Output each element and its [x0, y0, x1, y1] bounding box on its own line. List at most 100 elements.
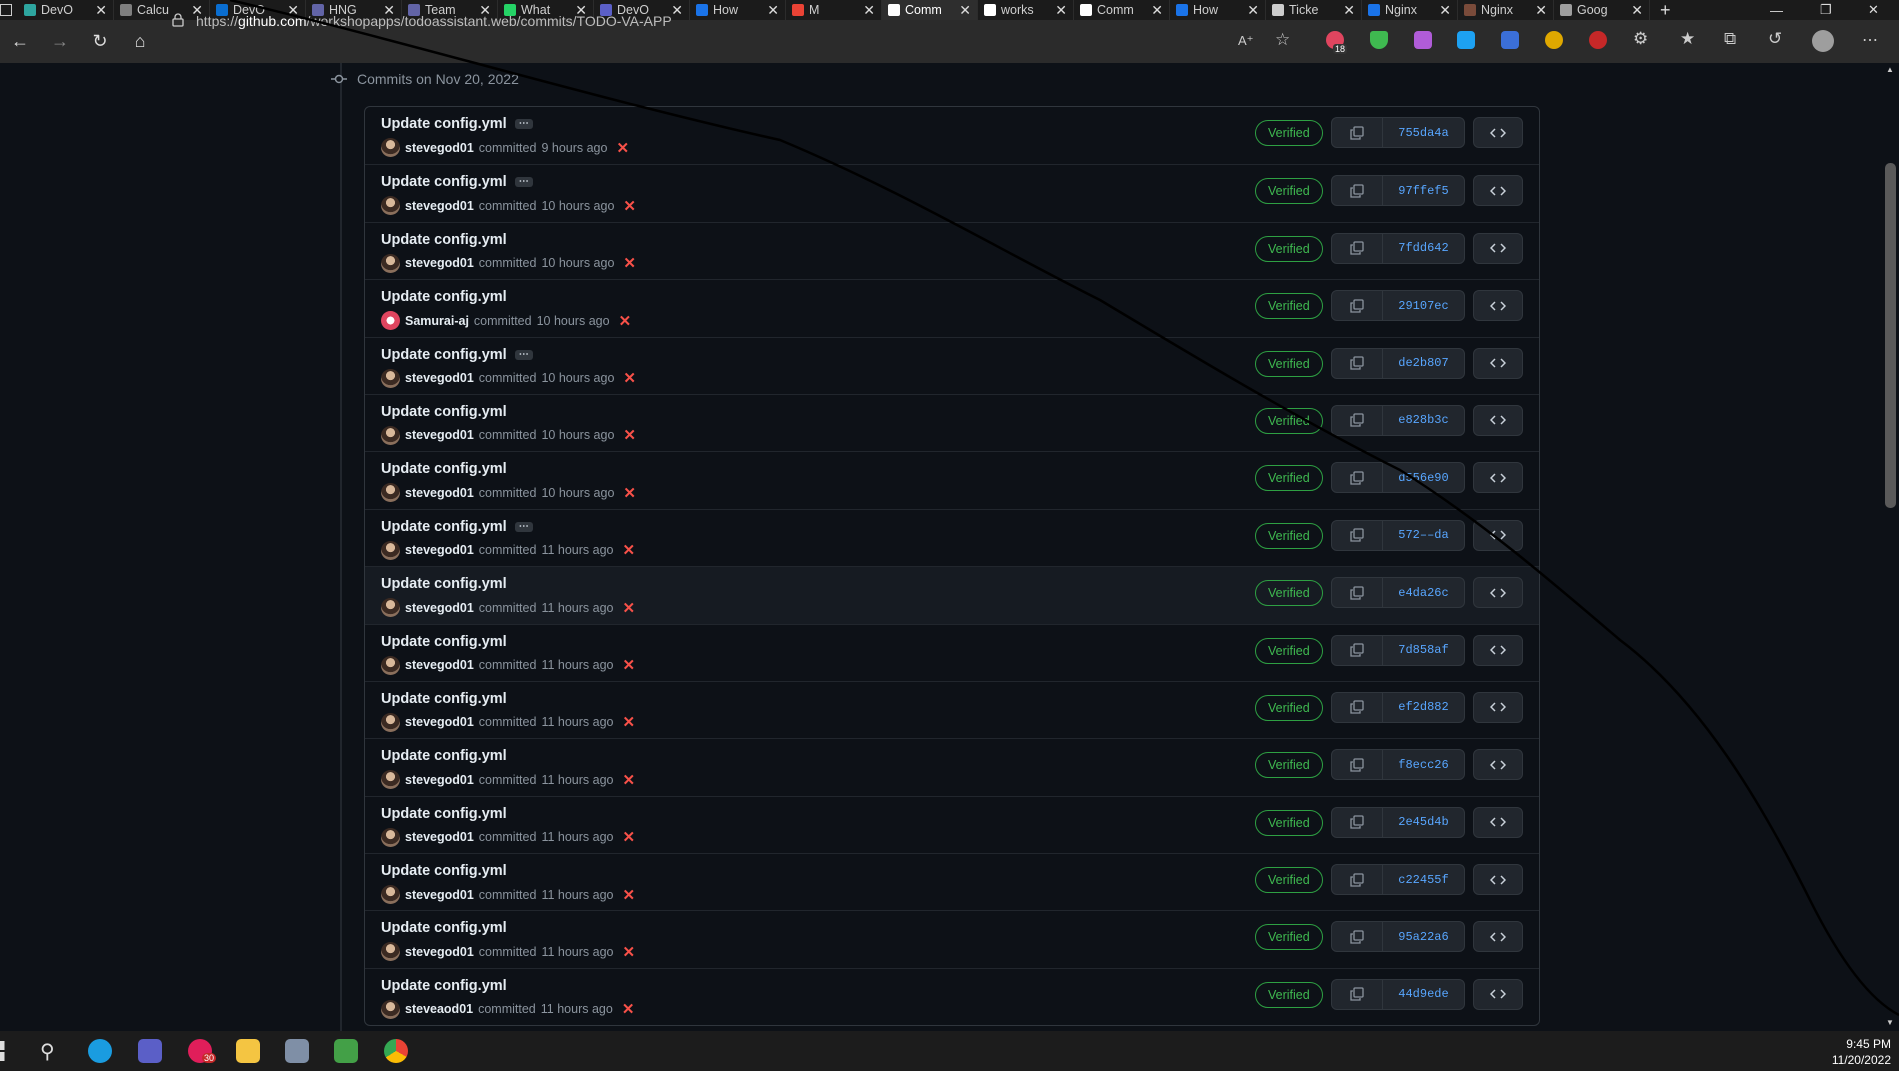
extensions-icon[interactable]: ⚙: [1633, 29, 1648, 49]
commit-sha-link[interactable]: 7d858af: [1383, 636, 1464, 665]
verified-badge[interactable]: Verified: [1255, 752, 1323, 779]
forward-button[interactable]: →: [40, 31, 80, 52]
tab-close-icon[interactable]: ✕: [1535, 2, 1547, 19]
author-avatar[interactable]: [381, 540, 400, 560]
browser-tab[interactable]: DevO ✕: [18, 0, 114, 20]
author-avatar[interactable]: [381, 942, 400, 962]
author-avatar[interactable]: [381, 368, 400, 388]
expand-description-button[interactable]: ⋯: [514, 119, 533, 129]
commit-message-link[interactable]: Update config.yml: [381, 748, 507, 764]
system-clock[interactable]: 9:45 PM 11/20/2022: [1832, 1036, 1891, 1068]
author-link[interactable]: stevegod01: [405, 773, 474, 787]
author-avatar[interactable]: [381, 999, 400, 1019]
notepad-icon[interactable]: [334, 1039, 358, 1063]
commit-message-link[interactable]: Update config.yml: [381, 920, 507, 936]
commit-message-link[interactable]: Update config.yml: [381, 576, 507, 592]
author-link[interactable]: stevegod01: [405, 428, 474, 442]
commit-sha-link[interactable]: 95a22a6: [1383, 922, 1464, 951]
browser-tab[interactable]: Ticke ✕: [1266, 0, 1362, 20]
more-menu-icon[interactable]: ⋯: [1862, 30, 1878, 50]
browse-repo-button[interactable]: [1473, 691, 1523, 723]
browse-repo-button[interactable]: [1473, 921, 1523, 953]
commit-message-link[interactable]: Update config.yml: [381, 404, 507, 420]
copy-sha-button[interactable]: [1332, 750, 1383, 780]
author-avatar[interactable]: [381, 311, 400, 331]
ci-failed-x-icon[interactable]: ✕: [623, 426, 636, 444]
author-link[interactable]: stevegod01: [405, 715, 474, 729]
ci-failed-x-icon[interactable]: ✕: [623, 197, 636, 215]
author-avatar[interactable]: [381, 827, 400, 847]
ci-failed-x-icon[interactable]: ✕: [623, 369, 636, 387]
collections-icon[interactable]: ⧉: [1724, 29, 1736, 49]
verified-badge[interactable]: Verified: [1255, 694, 1323, 721]
commit-message-link[interactable]: Update config.yml: [381, 863, 507, 879]
commit-message-link[interactable]: Update config.yml: [381, 519, 507, 535]
ci-failed-x-icon[interactable]: ✕: [622, 656, 635, 674]
author-avatar[interactable]: [381, 138, 400, 157]
extension-blue-icon[interactable]: [1501, 31, 1519, 49]
url-field[interactable]: https://github.com/workshopapps/todoassi…: [172, 8, 1250, 34]
browse-repo-button[interactable]: [1473, 404, 1523, 436]
browser-tab[interactable]: Nginx ✕: [1458, 0, 1554, 20]
commit-message-link[interactable]: Update config.yml: [381, 232, 507, 248]
browse-repo-button[interactable]: [1473, 634, 1523, 666]
author-link[interactable]: stevegod01: [405, 256, 474, 270]
author-link[interactable]: stevegod01: [405, 486, 474, 500]
favorites-icon[interactable]: ★: [1680, 29, 1695, 49]
commit-sha-link[interactable]: c22455f: [1383, 865, 1464, 894]
verified-badge[interactable]: Verified: [1255, 924, 1323, 951]
expand-description-button[interactable]: ⋯: [514, 349, 533, 360]
copy-sha-button[interactable]: [1332, 348, 1383, 378]
commit-message-link[interactable]: Update config.yml: [381, 347, 507, 363]
file-explorer-icon[interactable]: [236, 1039, 260, 1063]
copy-sha-button[interactable]: [1332, 291, 1383, 321]
commit-message-link[interactable]: Update config.yml: [381, 289, 507, 305]
verified-badge[interactable]: Verified: [1255, 465, 1323, 492]
browser-tab[interactable]: Nginx ✕: [1362, 0, 1458, 20]
edge-browser-icon[interactable]: [88, 1039, 112, 1063]
verified-badge[interactable]: Verified: [1255, 235, 1323, 262]
commit-sha-link[interactable]: f8ecc26: [1383, 750, 1464, 779]
ci-failed-x-icon[interactable]: ✕: [622, 771, 635, 789]
commit-message-link[interactable]: Update config.yml: [381, 174, 507, 190]
ci-failed-x-icon[interactable]: ✕: [622, 1000, 635, 1018]
verified-badge[interactable]: Verified: [1255, 178, 1323, 205]
new-tab-button[interactable]: +: [1650, 0, 1681, 20]
browse-repo-button[interactable]: [1473, 290, 1523, 322]
author-avatar[interactable]: [381, 598, 400, 618]
copy-sha-button[interactable]: [1332, 118, 1383, 147]
verified-badge[interactable]: Verified: [1255, 293, 1323, 320]
verified-badge[interactable]: Verified: [1255, 522, 1323, 549]
author-link[interactable]: stevegod01: [405, 543, 474, 557]
copy-sha-button[interactable]: [1332, 520, 1383, 550]
author-link[interactable]: stevegod01: [405, 830, 474, 844]
verified-badge[interactable]: Verified: [1255, 120, 1323, 146]
profile-avatar-icon[interactable]: [1812, 30, 1834, 52]
browser-tab[interactable]: Goog ✕: [1554, 0, 1650, 20]
commit-message-link[interactable]: Update config.yml: [381, 116, 507, 132]
verified-badge[interactable]: Verified: [1255, 350, 1323, 377]
commit-sha-link[interactable]: 2e45d4b: [1383, 808, 1464, 837]
copy-sha-button[interactable]: [1332, 578, 1383, 608]
copy-sha-button[interactable]: [1332, 922, 1383, 952]
copy-sha-button[interactable]: [1332, 807, 1383, 837]
browse-repo-button[interactable]: [1473, 519, 1523, 551]
extension-music-icon[interactable]: [1414, 31, 1432, 49]
commit-sha-link[interactable]: 572––da: [1383, 521, 1464, 550]
page-scrollbar[interactable]: ▲ ▼: [1881, 63, 1899, 1031]
ci-failed-x-icon[interactable]: ✕: [622, 599, 635, 617]
commit-sha-link[interactable]: d556e90: [1383, 463, 1464, 492]
expand-description-button[interactable]: ⋯: [514, 521, 533, 532]
extension-hex-icon[interactable]: [1545, 31, 1563, 49]
verified-badge[interactable]: Verified: [1255, 809, 1323, 836]
scroll-down-arrow-icon[interactable]: ▼: [1886, 1018, 1894, 1027]
search-icon[interactable]: ⚲: [40, 1039, 55, 1064]
commit-sha-link[interactable]: 29107ec: [1383, 291, 1464, 320]
refresh-button[interactable]: ↻: [80, 31, 120, 52]
browse-repo-button[interactable]: [1473, 462, 1523, 494]
commit-message-link[interactable]: Update config.yml: [381, 461, 507, 477]
commit-sha-link[interactable]: 97ffef5: [1383, 176, 1464, 205]
extension-ring-icon[interactable]: [1589, 31, 1607, 49]
author-link[interactable]: Samurai-aj: [405, 314, 469, 328]
ci-failed-x-icon[interactable]: ✕: [622, 828, 635, 846]
